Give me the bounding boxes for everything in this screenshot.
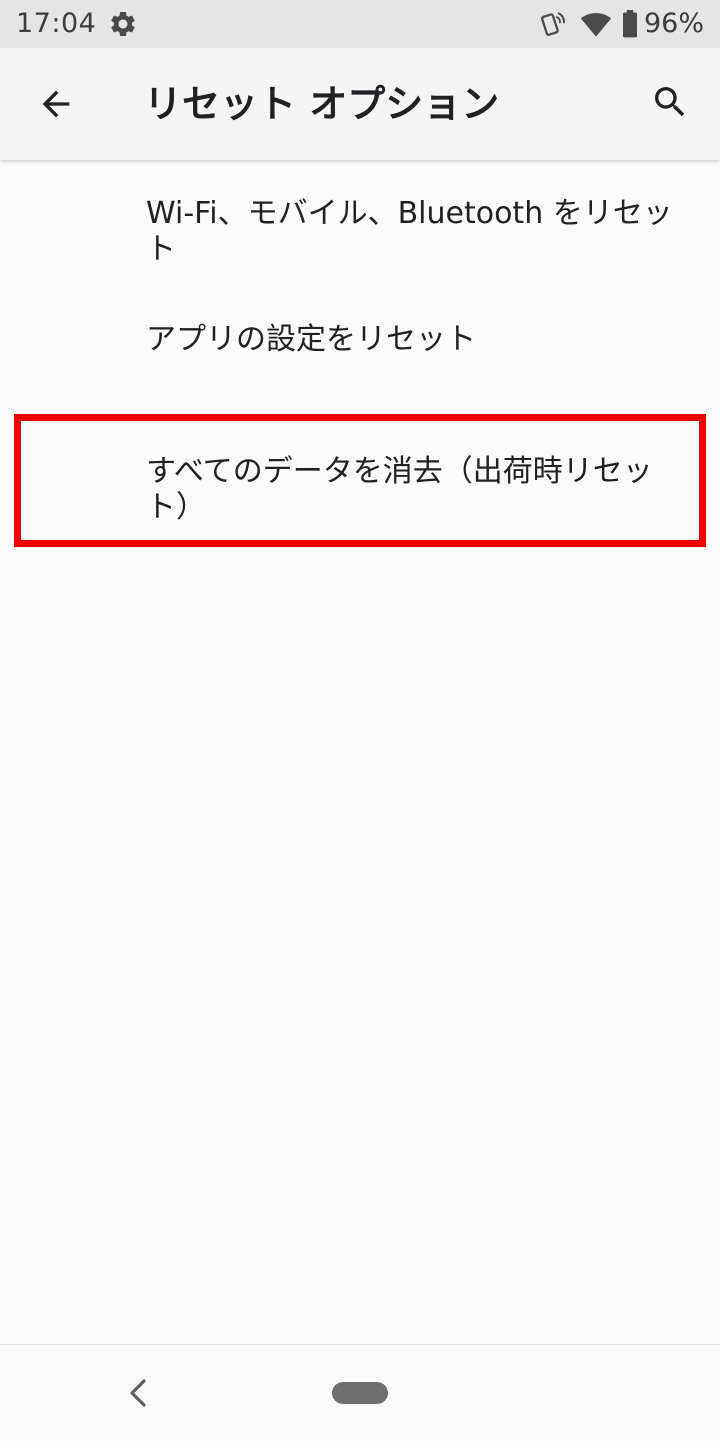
nav-back-icon bbox=[130, 1379, 146, 1407]
app-bar: リセット オプション bbox=[0, 48, 720, 160]
battery-icon bbox=[622, 10, 638, 38]
search-icon bbox=[655, 87, 685, 117]
reset-options-list: Wi-Fi、モバイル、Bluetooth をリセット アプリの設定をリセット す… bbox=[0, 160, 720, 556]
status-icons: 96% bbox=[538, 8, 704, 40]
nfc-icon bbox=[538, 9, 568, 39]
battery-percent: 96% bbox=[643, 8, 704, 39]
list-item-factory-reset[interactable]: すべてのデータを消去（出荷時リセット） bbox=[0, 412, 720, 556]
settings-gear-icon bbox=[108, 9, 138, 39]
page-title: リセット オプション bbox=[144, 82, 500, 126]
list-item-label: すべてのデータを消去（出荷時リセット） bbox=[146, 454, 653, 525]
list-item-label: アプリの設定をリセット bbox=[146, 322, 476, 357]
arrow-back-icon bbox=[42, 90, 70, 118]
back-button[interactable] bbox=[28, 76, 84, 132]
navigation-bar bbox=[0, 1344, 720, 1441]
status-bar: 17:04 96% bbox=[0, 0, 720, 48]
status-time: 17:04 bbox=[16, 8, 97, 39]
list-item-reset-network[interactable]: Wi-Fi、モバイル、Bluetooth をリセット bbox=[0, 160, 720, 304]
nav-back-button[interactable] bbox=[118, 1369, 158, 1417]
list-item-reset-app-preferences[interactable]: アプリの設定をリセット bbox=[0, 304, 720, 412]
wifi-icon bbox=[580, 10, 612, 38]
home-pill-icon[interactable] bbox=[332, 1382, 388, 1404]
list-item-label: Wi-Fi、モバイル、Bluetooth をリセット bbox=[146, 196, 673, 267]
search-button[interactable] bbox=[642, 74, 698, 130]
